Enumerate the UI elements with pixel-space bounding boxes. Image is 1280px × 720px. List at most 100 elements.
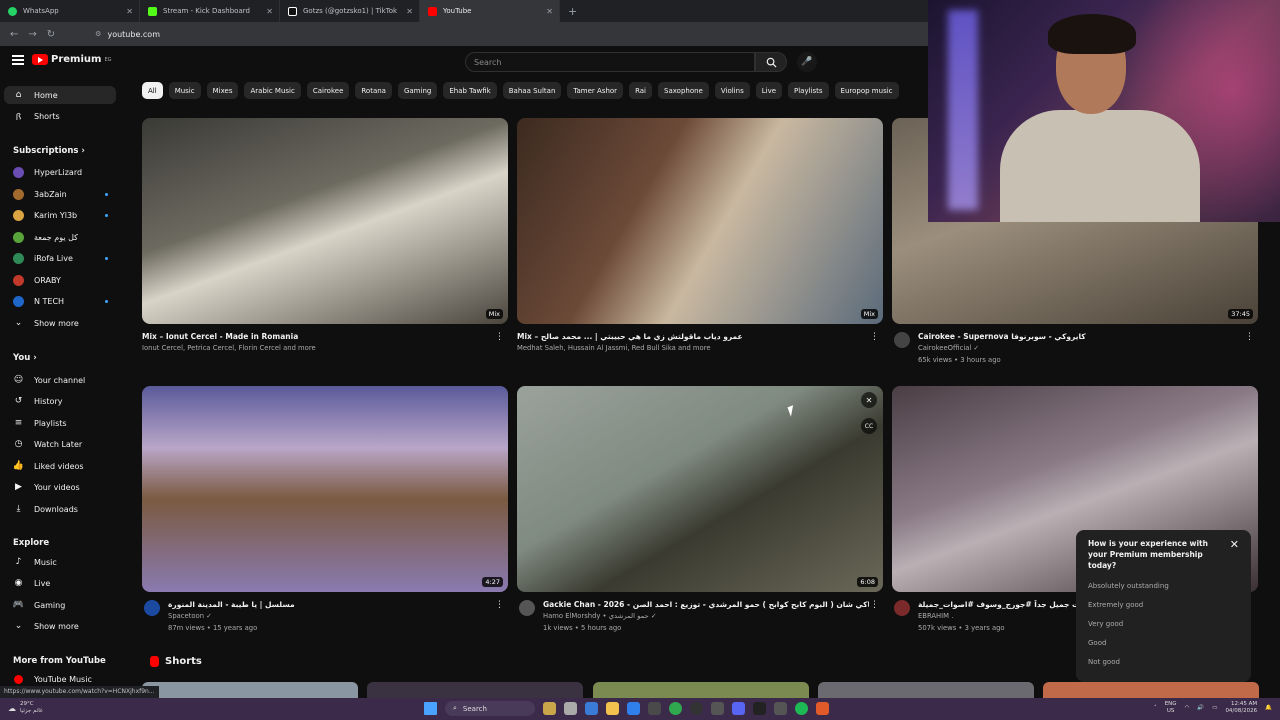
subscriptions-heading[interactable]: Subscriptions › <box>13 146 85 156</box>
chip[interactable]: Mixes <box>206 82 239 99</box>
video-title[interactable]: Gackie Chan - 2026 - جاكي شان ( البوم كا… <box>543 600 869 609</box>
sidebar-item-shorts[interactable]: ꟗ Shorts <box>4 107 116 125</box>
settings-icon[interactable] <box>648 702 661 715</box>
close-icon[interactable]: ✕ <box>126 7 133 16</box>
sidebar-item-subscription[interactable]: iRofa Live <box>4 249 116 267</box>
video-title[interactable]: Cairokee - Supernova كايروكي - سوبرنوفا <box>918 332 1244 341</box>
sidebar-item-subscription[interactable]: Karim Yl3b <box>4 206 116 224</box>
avatar[interactable] <box>519 600 535 616</box>
terminal-icon[interactable] <box>753 702 766 715</box>
reload-icon[interactable]: ↻ <box>47 29 55 40</box>
taskbar-search[interactable]: ⌕ Search <box>445 701 535 716</box>
video-card[interactable]: Mix Mix – Ionut Cercel - Made in Romania… <box>142 118 508 368</box>
chip[interactable]: Cairokee <box>306 82 350 99</box>
discord-icon[interactable] <box>732 702 745 715</box>
sidebar-item-liked-videos[interactable]: 👍 Liked videos <box>4 457 116 475</box>
chip-all[interactable]: All <box>142 82 163 99</box>
sidebar-item-gaming[interactable]: 🎮 Gaming <box>4 596 116 614</box>
edge-icon[interactable] <box>585 702 598 715</box>
app-icon[interactable] <box>816 702 829 715</box>
chip[interactable]: Music <box>168 82 201 99</box>
chip[interactable]: Tamer Ashor <box>567 82 624 99</box>
sidebar-item-playlists[interactable]: ≡ Playlists <box>4 414 116 432</box>
video-title[interactable]: Mix – عمرو دياب ماقولتش زي ما هي حبيبتي … <box>517 332 867 341</box>
search-input[interactable]: Search <box>465 52 755 72</box>
notification-icon[interactable]: 🔔 <box>1265 705 1272 711</box>
chip[interactable]: Rai <box>629 82 653 99</box>
url-field[interactable]: ⚙ youtube.com <box>95 30 160 39</box>
chip[interactable]: Rotana <box>355 82 392 99</box>
sidebar-item-subscription[interactable]: ORABY <box>4 271 116 289</box>
chip[interactable]: Arabic Music <box>244 82 301 99</box>
channel-name[interactable]: Spacetoon ✓ <box>168 612 518 620</box>
file-explorer-icon[interactable] <box>606 702 619 715</box>
sidebar-item-subscription[interactable]: كل يوم جمعة <box>4 228 116 246</box>
windows-start-icon[interactable] <box>424 702 437 715</box>
chip[interactable]: Europop music <box>834 82 899 99</box>
battery-icon[interactable]: ▭ <box>1212 705 1217 711</box>
capcut-icon[interactable] <box>774 702 787 715</box>
sidebar-item-your-videos[interactable]: ▶ Your videos <box>4 478 116 496</box>
sidebar-item-your-channel[interactable]: ☺ Your channel <box>4 371 116 389</box>
close-icon[interactable]: ✕ <box>546 7 553 16</box>
more-options-icon[interactable]: ⋮ <box>870 600 879 610</box>
video-title[interactable]: مسلسل | يا طيبة - المدينة المنورة <box>168 600 494 609</box>
video-thumbnail[interactable]: Mix <box>517 118 883 324</box>
short-thumbnail[interactable] <box>1043 682 1259 698</box>
avatar[interactable] <box>894 600 910 616</box>
back-arrow-icon[interactable]: ← <box>10 29 18 40</box>
close-icon[interactable]: ✕ <box>1230 538 1239 551</box>
video-thumbnail[interactable]: 4:27 <box>142 386 508 592</box>
more-options-icon[interactable]: ⋮ <box>870 332 879 342</box>
obs-icon[interactable] <box>690 702 703 715</box>
close-icon[interactable]: ✕ <box>406 7 413 16</box>
more-options-icon[interactable]: ⋮ <box>495 600 504 610</box>
mute-icon[interactable]: ✕ <box>861 392 877 408</box>
chip[interactable]: Playlists <box>788 82 829 99</box>
chip[interactable]: Saxophone <box>658 82 709 99</box>
you-heading[interactable]: You › <box>13 353 37 363</box>
app-icon[interactable] <box>711 702 724 715</box>
search-button[interactable] <box>755 52 787 72</box>
close-icon[interactable]: ✕ <box>266 7 273 16</box>
channel-name[interactable]: CairokeeOfficial ✓ <box>918 344 1268 352</box>
sidebar-item-home[interactable]: ⌂ Home <box>4 86 116 104</box>
language-indicator[interactable]: ENG US <box>1165 701 1177 715</box>
sidebar-item-subscription[interactable]: 3abZain <box>4 185 116 203</box>
video-title[interactable]: Mix – Ionut Cercel - Made in Romania <box>142 332 492 341</box>
sidebar-item-downloads[interactable]: ⤓ Downloads <box>4 500 116 518</box>
store-icon[interactable] <box>627 702 640 715</box>
video-card[interactable]: 4:27 مسلسل | يا طيبة - المدينة المنورة S… <box>142 386 508 636</box>
sidebar-item-show-more[interactable]: ⌄ Show more <box>4 617 116 635</box>
chevron-up-icon[interactable]: ˄ <box>1154 705 1157 711</box>
sidebar-item-subscription[interactable]: HyperLizard <box>4 163 116 181</box>
sidebar-item-history[interactable]: ↺ History <box>4 392 116 410</box>
browser-tab-whatsapp[interactable]: WhatsApp ✕ <box>0 0 140 22</box>
spotify-icon[interactable] <box>795 702 808 715</box>
avatar[interactable] <box>894 332 910 348</box>
survey-option[interactable]: Extremely good <box>1088 601 1239 609</box>
widgets-icon[interactable] <box>543 702 556 715</box>
volume-icon[interactable]: 🔊 <box>1197 705 1204 711</box>
short-thumbnail[interactable] <box>818 682 1034 698</box>
weather-widget[interactable]: ☁ 29°C غائم جزئيا <box>8 701 43 715</box>
forward-arrow-icon[interactable]: → <box>28 29 36 40</box>
chip[interactable]: Gaming <box>397 82 438 99</box>
more-options-icon[interactable]: ⋮ <box>495 332 504 342</box>
more-options-icon[interactable]: ⋮ <box>1245 332 1254 342</box>
chip[interactable]: Violins <box>714 82 750 99</box>
short-thumbnail[interactable] <box>367 682 583 698</box>
sidebar-item-live[interactable]: ◉ Live <box>4 574 116 592</box>
sidebar-item-subscription[interactable]: N TECH <box>4 292 116 310</box>
survey-option[interactable]: Absolutely outstanding <box>1088 582 1239 590</box>
chip[interactable]: Ehab Tawfik <box>443 82 497 99</box>
wifi-icon[interactable]: ◠ <box>1185 705 1190 711</box>
browser-tab-tiktok[interactable]: Gotzs (@gotzsko1) | TikTok ✕ <box>280 0 420 22</box>
chip[interactable]: Bahaa Sultan <box>502 82 562 99</box>
new-tab-button[interactable]: + <box>568 5 577 18</box>
short-thumbnail[interactable] <box>593 682 809 698</box>
sidebar-item-music[interactable]: ♪ Music <box>4 553 116 571</box>
browser-tab-kick[interactable]: Stream - Kick Dashboard ✕ <box>140 0 280 22</box>
video-thumbnail[interactable]: ✕ CC 6:08 <box>517 386 883 592</box>
chrome-icon[interactable] <box>669 702 682 715</box>
